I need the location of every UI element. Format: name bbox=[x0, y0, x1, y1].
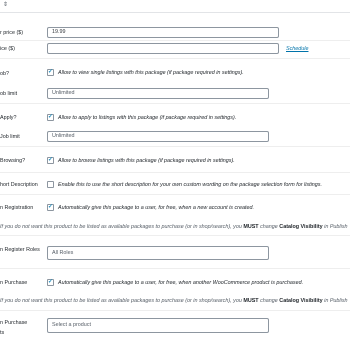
divider bbox=[0, 310, 350, 311]
purchase-label: n Purchase bbox=[0, 280, 28, 286]
apply-job-limit-label: Job limit bbox=[0, 134, 20, 140]
purchase-products-label-2: ts bbox=[0, 330, 5, 336]
short-description-checkbox[interactable] bbox=[47, 181, 54, 188]
purchase-checkbox[interactable]: ✓ bbox=[47, 279, 54, 286]
divider bbox=[0, 235, 350, 236]
registration-label: n Registration bbox=[0, 205, 34, 211]
divider bbox=[0, 172, 350, 173]
view-job-limit-input[interactable]: Unlimited bbox=[47, 88, 269, 99]
regular-price-label: r price ($) bbox=[0, 30, 24, 36]
header-bar: ⇕ bbox=[0, 0, 350, 13]
purchase-products-label: n Purchase bbox=[0, 320, 28, 326]
regular-price-input[interactable]: 19.99 bbox=[47, 27, 279, 38]
schedule-link[interactable]: Schedule bbox=[286, 46, 308, 52]
divider bbox=[0, 146, 350, 147]
view-listings-description: Allow to view single listings with this … bbox=[58, 70, 244, 76]
short-description-text: Enable this to use the short description… bbox=[58, 182, 322, 188]
view-job-limit-label: ob limit bbox=[0, 91, 18, 97]
view-listings-checkbox[interactable]: ✓ bbox=[47, 69, 54, 76]
divider bbox=[0, 103, 350, 104]
apply-description: Allow to apply to listings with this pac… bbox=[58, 115, 237, 121]
apply-label: Apply? bbox=[0, 115, 17, 121]
apply-job-limit-input[interactable]: Unlimited bbox=[47, 131, 269, 142]
purchase-note: If you do not want this product to be li… bbox=[0, 298, 348, 304]
sort-toggle-icon[interactable]: ⇕ bbox=[3, 2, 10, 9]
apply-checkbox[interactable]: ✓ bbox=[47, 114, 54, 121]
divider bbox=[0, 268, 350, 269]
short-description-label: hort Description bbox=[0, 182, 38, 188]
registration-description: Automatically give this package to a use… bbox=[58, 205, 254, 211]
sale-price-input[interactable] bbox=[47, 43, 279, 54]
purchase-products-select[interactable]: Select a product bbox=[47, 318, 269, 333]
divider bbox=[0, 194, 350, 195]
purchase-description: Automatically give this package to a use… bbox=[58, 280, 304, 286]
register-roles-select[interactable]: All Roles bbox=[47, 246, 269, 260]
register-roles-label: n Register Roles bbox=[0, 247, 40, 253]
registration-checkbox[interactable]: ✓ bbox=[47, 204, 54, 211]
sale-price-label: ice ($) bbox=[0, 46, 15, 52]
browse-label: Browsing? bbox=[0, 158, 26, 164]
registration-note: If you do not want this product to be li… bbox=[0, 224, 348, 230]
browse-checkbox[interactable]: ✓ bbox=[47, 157, 54, 164]
divider bbox=[0, 58, 350, 59]
browse-description: Allow to browse listings with this packa… bbox=[58, 158, 235, 164]
divider bbox=[0, 40, 350, 41]
view-listings-label: ob? bbox=[0, 71, 9, 77]
